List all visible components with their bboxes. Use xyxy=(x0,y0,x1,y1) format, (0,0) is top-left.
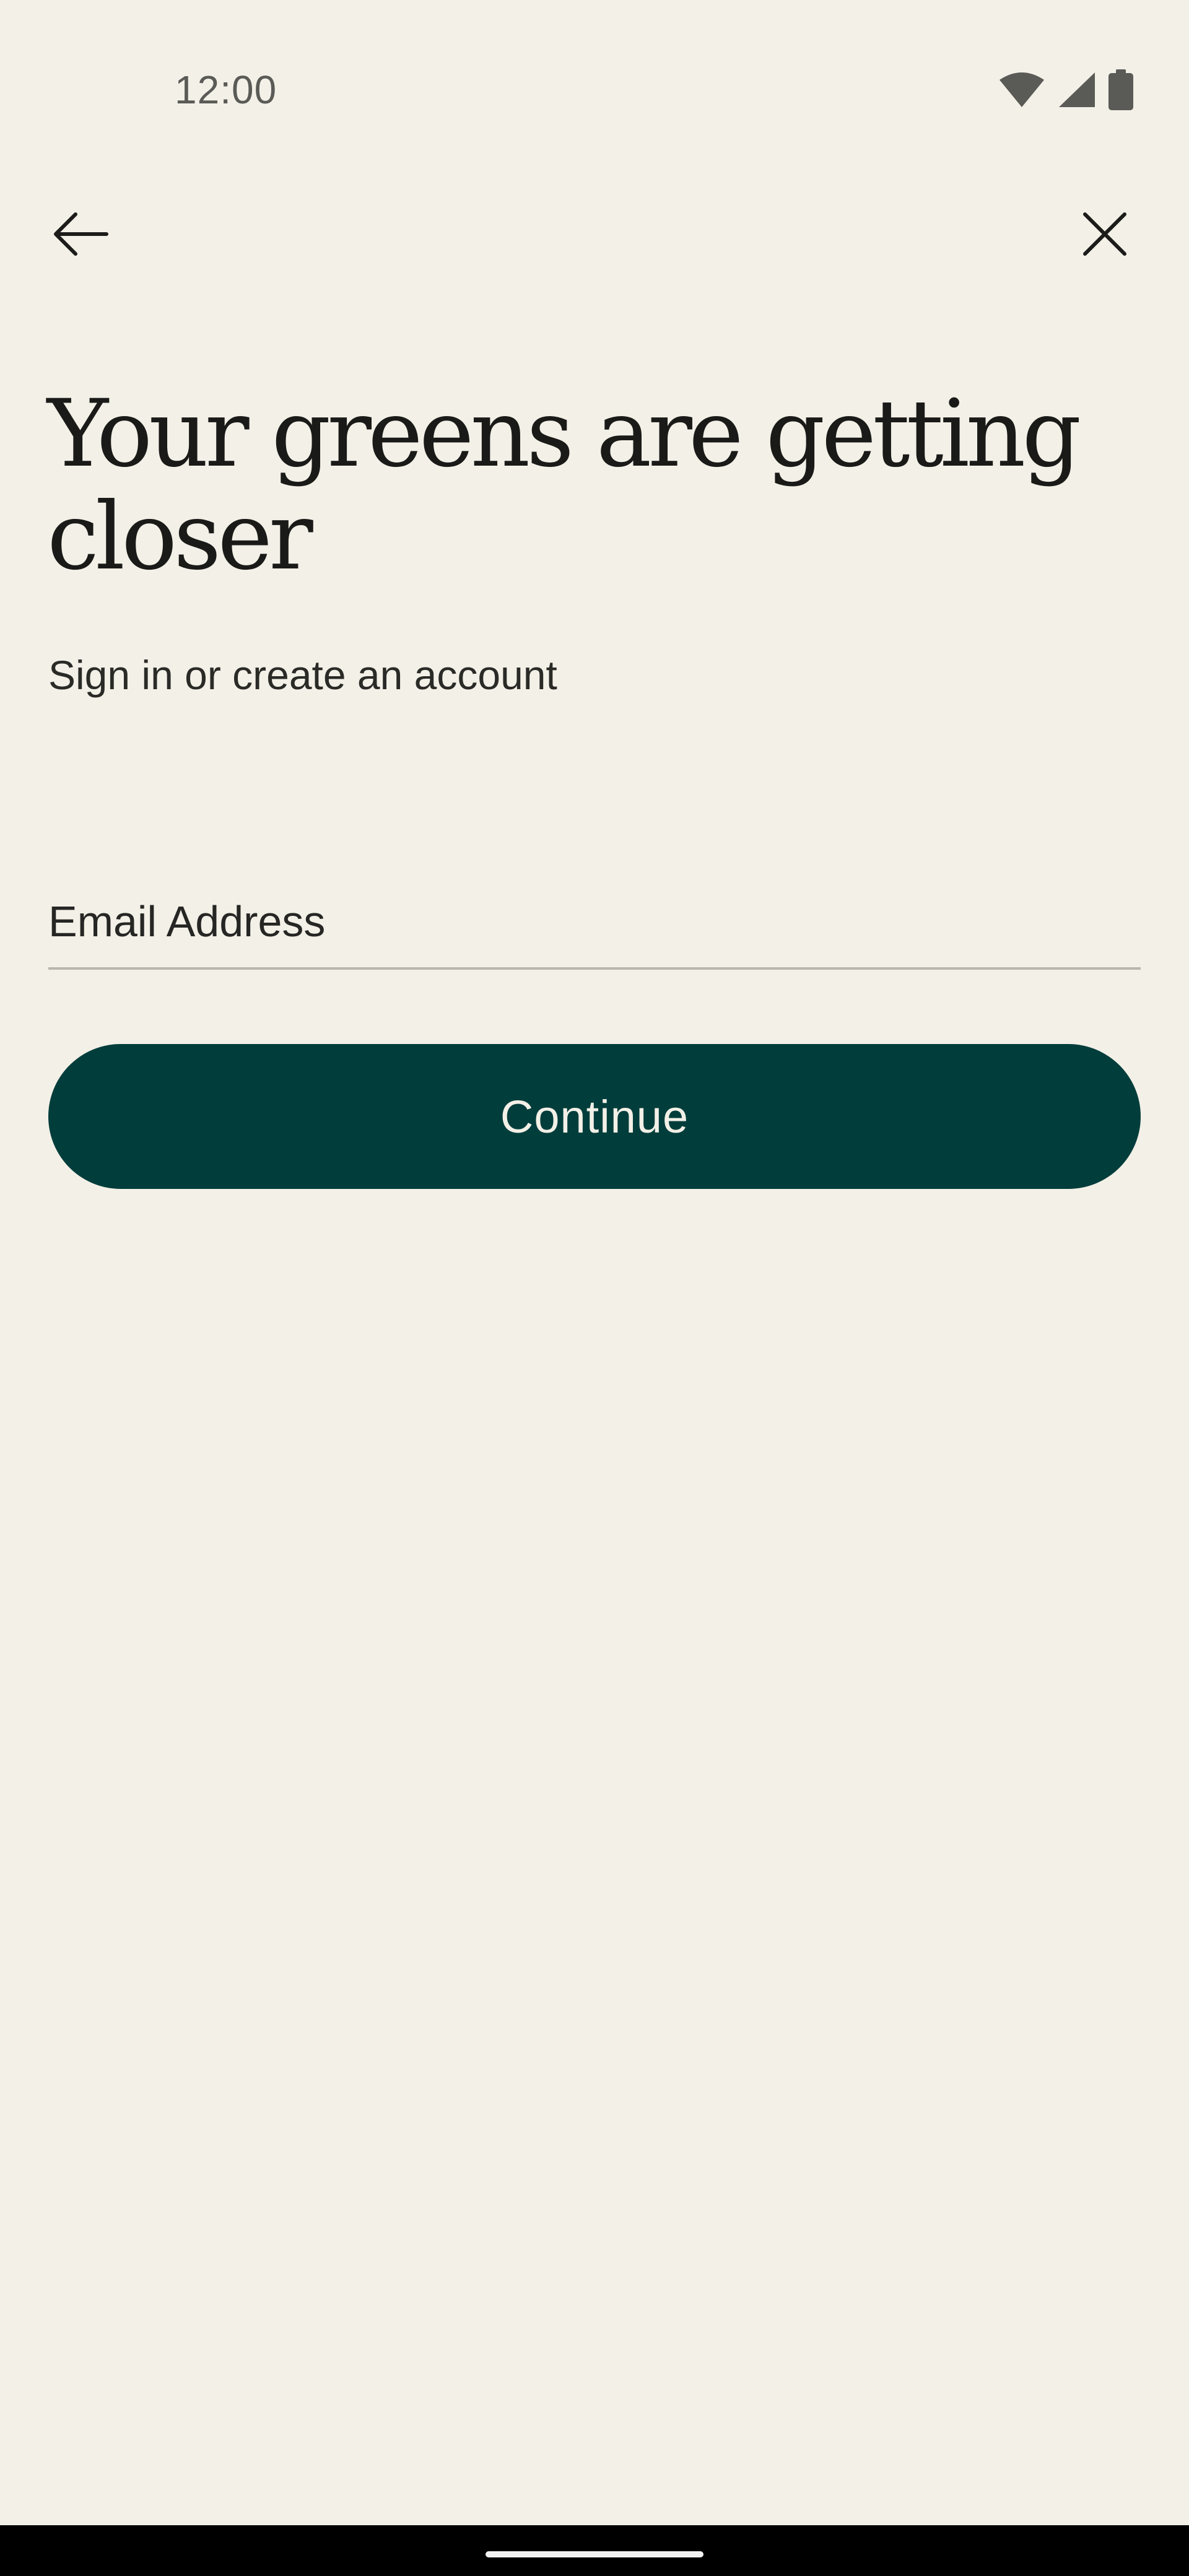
close-icon xyxy=(1081,211,1128,261)
cellular-signal-icon xyxy=(1058,71,1096,108)
system-navigation-bar xyxy=(0,2525,1189,2576)
status-icons xyxy=(998,69,1133,110)
wifi-icon xyxy=(998,71,1045,108)
close-button[interactable] xyxy=(1068,198,1142,272)
status-bar: 12:00 xyxy=(0,0,1189,149)
back-button[interactable] xyxy=(43,198,118,272)
sign-in-screen: 12:00 Your greens are getting closer Sig… xyxy=(0,0,1189,2576)
arrow-left-icon xyxy=(51,209,110,262)
continue-button[interactable]: Continue xyxy=(48,1044,1141,1189)
email-field[interactable] xyxy=(48,878,1141,970)
status-time: 12:00 xyxy=(175,67,277,112)
battery-icon xyxy=(1108,69,1133,110)
home-gesture-handle[interactable] xyxy=(486,2551,703,2557)
page-subtitle: Sign in or create an account xyxy=(48,652,557,698)
page-title: Your greens are getting closer xyxy=(47,380,1081,591)
email-input[interactable] xyxy=(48,878,1141,965)
